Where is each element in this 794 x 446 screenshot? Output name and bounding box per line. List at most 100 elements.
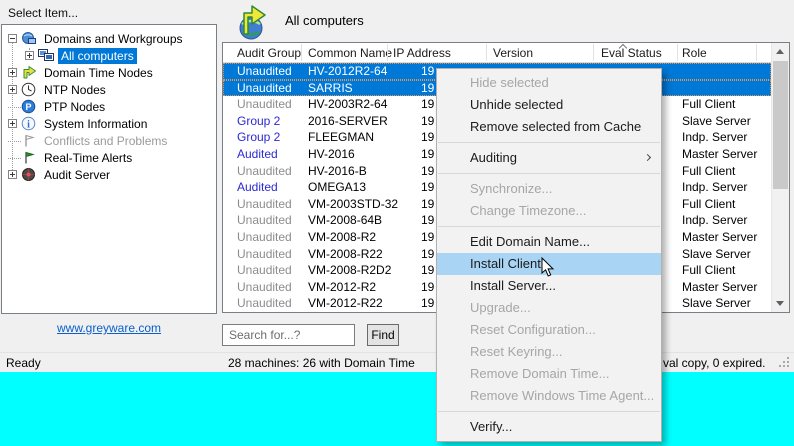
collapse-icon[interactable] [8,34,17,43]
cell-role: Full Client [682,97,736,112]
column-divider[interactable] [486,44,487,61]
column-divider[interactable] [756,44,757,61]
tree-item-system-information[interactable]: i System Information [2,115,216,132]
status-bar: Ready 28 machines: 26 with Domain Time v… [0,352,794,372]
computers-icon [38,49,54,61]
select-item-label: Select Item... [8,6,79,20]
tree-item-ntp-nodes[interactable]: NTP Nodes [2,81,216,98]
cell-ip-address: 19 [421,163,435,178]
menu-item-auditing[interactable]: Auditing [437,147,661,169]
status-ready: Ready [6,356,41,370]
tree-item-conflicts-and-problems[interactable]: Conflicts and Problems [2,132,216,149]
domains-icon [22,32,36,44]
expand-icon[interactable] [8,85,17,94]
column-header-common-name[interactable]: Common Name [308,46,392,60]
tree-item-label: Real-Time Alerts [44,150,133,165]
tree-item-real-time-alerts[interactable]: Real-Time Alerts [2,149,216,166]
svg-text:P: P [25,102,31,112]
menu-item-hide-selected: Hide selected [470,75,549,90]
column-header-audit-group[interactable]: Audit Group [237,46,301,60]
scrollbar-thumb[interactable] [773,61,788,189]
menu-item-remove-selected-from-cache[interactable]: Remove selected from Cache [437,116,661,138]
status-machines: 28 machines: 26 with Domain Time [228,356,415,370]
column-header-role[interactable]: Role [682,46,707,60]
greyware-link[interactable]: www.greyware.com [0,321,218,335]
cell-ip-address: 19 [421,263,435,278]
column-divider[interactable] [677,44,678,61]
cell-audit-group: Unaudited [237,80,292,95]
cell-common-name: 2016-SERVER [308,113,388,128]
menu-separator [438,226,660,227]
menu-item-install-server[interactable]: Install Server... [437,275,661,297]
expand-icon[interactable] [8,170,17,179]
cell-ip-address: 19 [421,64,435,78]
cell-audit-group: Unaudited [237,296,292,311]
tree-item-label: PTP Nodes [44,99,106,114]
menu-separator [438,173,660,174]
status-machines-right: val copy, 0 expired. [663,356,766,370]
tree-item-label: System Information [44,116,148,131]
tree-item-all-computers[interactable]: All computers [2,47,216,64]
find-button[interactable]: Find [367,324,399,346]
cell-common-name: HV-2016-B [308,163,367,178]
cell-ip-address: 19 [421,97,435,112]
cell-common-name: SARRIS [308,80,353,95]
expand-icon[interactable] [8,68,17,77]
tree-item-label: NTP Nodes [44,82,106,97]
column-divider[interactable] [301,44,302,61]
tree-item-audit-server[interactable]: Audit Server [2,166,216,183]
tree-item-label: Domain Time Nodes [44,65,153,80]
cell-role: Indp. Server [682,130,748,145]
column-header-version[interactable]: Version [493,46,533,60]
cell-common-name: VM-2003STD-32 [308,196,399,211]
cell-ip-address: 19 [421,130,435,145]
scroll-down-button[interactable] [772,295,789,312]
cell-ip-address: 19 [421,213,435,228]
expand-icon[interactable] [25,51,34,60]
expand-icon[interactable] [8,119,17,128]
cell-ip-address: 19 [421,279,435,294]
cell-role: Full Client [682,196,736,211]
search-input[interactable] [222,324,355,346]
tree-item-label: Conflicts and Problems [44,133,168,148]
tree-item-ptp-nodes[interactable]: P PTP Nodes [2,98,216,115]
column-header-eval-status[interactable]: Eval Status [601,46,662,60]
cell-audit-group: Group 2 [237,130,281,145]
menu-item-remove-domain-time: Remove Domain Time... [470,366,610,381]
menu-item-edit-domain-name[interactable]: Edit Domain Name... [437,231,661,253]
submenu-arrow-icon [643,153,652,162]
cell-audit-group: Unaudited [237,64,292,78]
cell-common-name: FLEEGMAN [308,130,375,145]
column-divider[interactable] [593,44,594,61]
menu-item-unhide-selected[interactable]: Unhide selected [437,94,661,116]
tree-item-domains-and-workgroups[interactable]: Domains and Workgroups [2,30,216,47]
cell-role: Master Server [682,279,758,294]
column-header-ip-address[interactable]: IP Address [393,46,451,60]
cell-role: Slave Server [682,113,751,128]
cell-audit-group: Unaudited [237,213,292,228]
cell-common-name: VM-2012-R22 [308,296,383,311]
cell-audit-group: Unaudited [237,263,292,278]
svg-text:i: i [27,120,30,131]
cell-audit-group: Unaudited [237,196,292,211]
tree-connector [8,106,21,108]
scroll-up-button[interactable] [772,43,789,60]
cell-common-name: OMEGA13 [308,180,367,195]
desktop-background [0,372,794,446]
cell-audit-group: Unaudited [237,279,292,294]
context-menu: Hide selected Unhide selected Remove selec… [436,68,662,442]
cell-common-name: HV-2012R2-64 [308,64,388,78]
cell-ip-address: 19 [421,246,435,261]
column-divider[interactable] [387,44,388,61]
cell-ip-address: 19 [421,80,435,95]
cell-audit-group: Unaudited [237,229,292,244]
cell-common-name: VM-2008-R22 [308,246,383,261]
app-window: Select Item... Domains and Workgroups All… [0,0,794,446]
mouse-cursor-icon [541,257,555,277]
resize-grip-icon[interactable] [787,365,789,367]
vertical-scrollbar[interactable] [771,43,789,312]
tree-item-domain-time-nodes[interactable]: Domain Time Nodes [2,64,216,81]
menu-item-verify[interactable]: Verify... [437,416,661,438]
menu-item-reset-configuration: Reset Configuration... [470,322,596,337]
cell-audit-group: Unaudited [237,163,292,178]
